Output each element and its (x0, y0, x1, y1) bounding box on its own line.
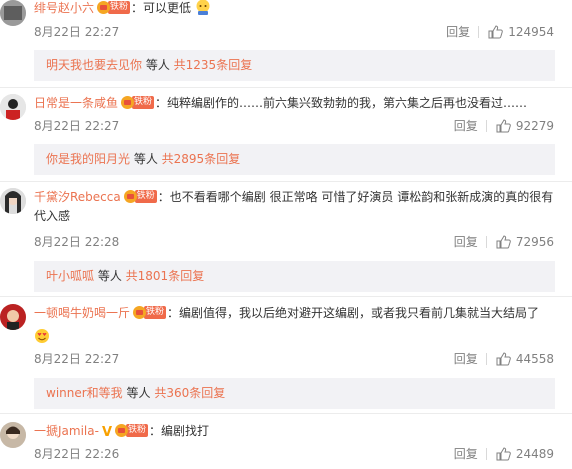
like-count: 124954 (508, 25, 554, 39)
sub-reply-summary[interactable]: 明天我也要去见你 等人 共1235条回复 (34, 50, 555, 81)
divider (485, 120, 487, 132)
comment-line: 一顿喝牛奶喝一斤 铁粉 ：编剧值得，我以后绝对避开这编剧，或者我只看前几集就当大结局… (34, 304, 562, 323)
thumbs-up-icon[interactable] (496, 235, 511, 249)
comment-line: 一搋Jamila- V 铁粉 ：编剧找打 (34, 422, 562, 442)
sub-reply-summary[interactable]: winner和等我 等人 共360条回复 (34, 378, 555, 409)
reply-button[interactable]: 回复 (454, 118, 478, 134)
comment-actions: 回复 72956 (454, 234, 554, 250)
thumbs-up-icon[interactable] (488, 25, 503, 39)
sub-reply-mid: 等人 (130, 152, 162, 166)
fan-badge[interactable]: 铁粉 (115, 424, 149, 437)
comment-text: ：可以更低 (131, 1, 192, 15)
avatar[interactable] (0, 0, 26, 26)
reply-button[interactable]: 回复 (454, 234, 478, 250)
divider (0, 296, 572, 297)
crown-icon (115, 424, 128, 437)
fan-badge[interactable]: 铁粉 (121, 96, 155, 109)
comment-actions: 回复 124954 (446, 24, 554, 40)
crown-icon (123, 190, 137, 203)
divider (478, 26, 480, 38)
comment-date: 8月22日 22:26 (34, 447, 120, 461)
thumbs-up-icon[interactable] (496, 447, 511, 461)
divider (0, 181, 572, 182)
avatar[interactable] (0, 304, 26, 330)
comment-date: 8月22日 22:27 (34, 352, 120, 366)
username-link[interactable]: 千黛汐Rebecca (34, 190, 121, 204)
verified-badge: V (101, 425, 112, 440)
username-link[interactable]: 一顿喝牛奶喝一斤 (34, 306, 130, 320)
comment-text: ：编剧值得，我以后绝对避开这编剧，或者我只看前几集就当大结局了 (167, 306, 540, 320)
divider (0, 87, 572, 88)
sub-reply-count-link[interactable]: 共360条回复 (154, 386, 225, 400)
comment-actions: 回复 44558 (454, 351, 554, 367)
sub-reply-summary[interactable]: 叶小呱呱 等人 共1801条回复 (34, 261, 555, 292)
fan-tag: 铁粉 (144, 306, 167, 319)
username-link[interactable]: 日常是一条咸鱼 (34, 96, 118, 110)
heart-eyes-emoji-icon (35, 329, 49, 343)
comment-line: 日常是一条咸鱼 铁粉 ：纯粹编剧作的……前六集兴致勃勃的我，第六集之后再也没看过…… (34, 94, 562, 113)
sub-reply-mid: 等人 (142, 58, 174, 72)
avatar[interactable] (0, 422, 26, 448)
username-link[interactable]: 一搋Jamila- (34, 424, 99, 438)
avatar[interactable] (0, 94, 26, 120)
like-count: 92279 (515, 119, 554, 133)
reply-button[interactable]: 回复 (454, 351, 478, 367)
comment-date: 8月22日 22:27 (34, 25, 120, 39)
sub-reply-user[interactable]: 你是我的阳月光 (46, 152, 130, 166)
fan-badge[interactable]: 铁粉 (133, 306, 167, 319)
comment-date: 8月22日 22:27 (34, 119, 120, 133)
comment-text: ：编剧找打 (149, 424, 210, 438)
comment-date: 8月22日 22:28 (34, 235, 120, 249)
fan-tag: 铁粉 (134, 190, 157, 203)
divider (485, 353, 487, 365)
sub-reply-mid: 等人 (94, 269, 126, 283)
divider (485, 448, 487, 460)
blushing-face-emoji-icon (196, 0, 210, 15)
comment-actions: 回复 92279 (454, 118, 554, 134)
like-count: 72956 (515, 235, 554, 249)
crown-icon (121, 96, 135, 109)
sub-reply-user[interactable]: 叶小呱呱 (46, 269, 94, 283)
thumbs-up-icon[interactable] (496, 119, 511, 133)
comment-line: 千黛汐Rebecca 铁粉 ：也不看看哪个编剧 很正常咯 可惜了好演员 谭松韵和张新… (34, 188, 562, 226)
thumbs-up-icon[interactable] (496, 352, 511, 366)
crown-icon (133, 306, 147, 319)
sub-reply-count-link[interactable]: 共1801条回复 (126, 269, 205, 283)
sub-reply-mid: 等人 (122, 386, 155, 400)
comment-line: 绯号赵小六 铁粉 ：可以更低 (34, 0, 562, 18)
comment-text: ：纯粹编剧作的……前六集兴致勃勃的我，第六集之后再也没看过…… (155, 96, 528, 110)
crown-icon (97, 1, 111, 14)
fan-tag: 铁粉 (108, 1, 131, 14)
sub-reply-user[interactable]: winner和等我 (46, 386, 123, 400)
sub-reply-user[interactable]: 明天我也要去见你 (46, 58, 142, 72)
divider (485, 236, 487, 248)
like-count: 24489 (515, 447, 554, 461)
username-link[interactable]: 绯号赵小六 (34, 1, 94, 15)
fan-tag: 铁粉 (126, 424, 149, 437)
reply-button[interactable]: 回复 (446, 24, 470, 40)
fan-badge[interactable]: 铁粉 (123, 190, 157, 203)
sub-reply-summary[interactable]: 你是我的阳月光 等人 共2895条回复 (34, 144, 555, 175)
fan-badge[interactable]: 铁粉 (97, 1, 131, 14)
divider (0, 413, 572, 414)
sub-reply-count-link[interactable]: 共1235条回复 (174, 58, 253, 72)
avatar[interactable] (0, 188, 26, 214)
comment-actions: 回复 24489 (454, 446, 554, 462)
reply-button[interactable]: 回复 (454, 446, 478, 462)
like-count: 44558 (515, 352, 554, 366)
fan-tag: 铁粉 (132, 96, 155, 109)
sub-reply-count-link[interactable]: 共2895条回复 (162, 152, 241, 166)
